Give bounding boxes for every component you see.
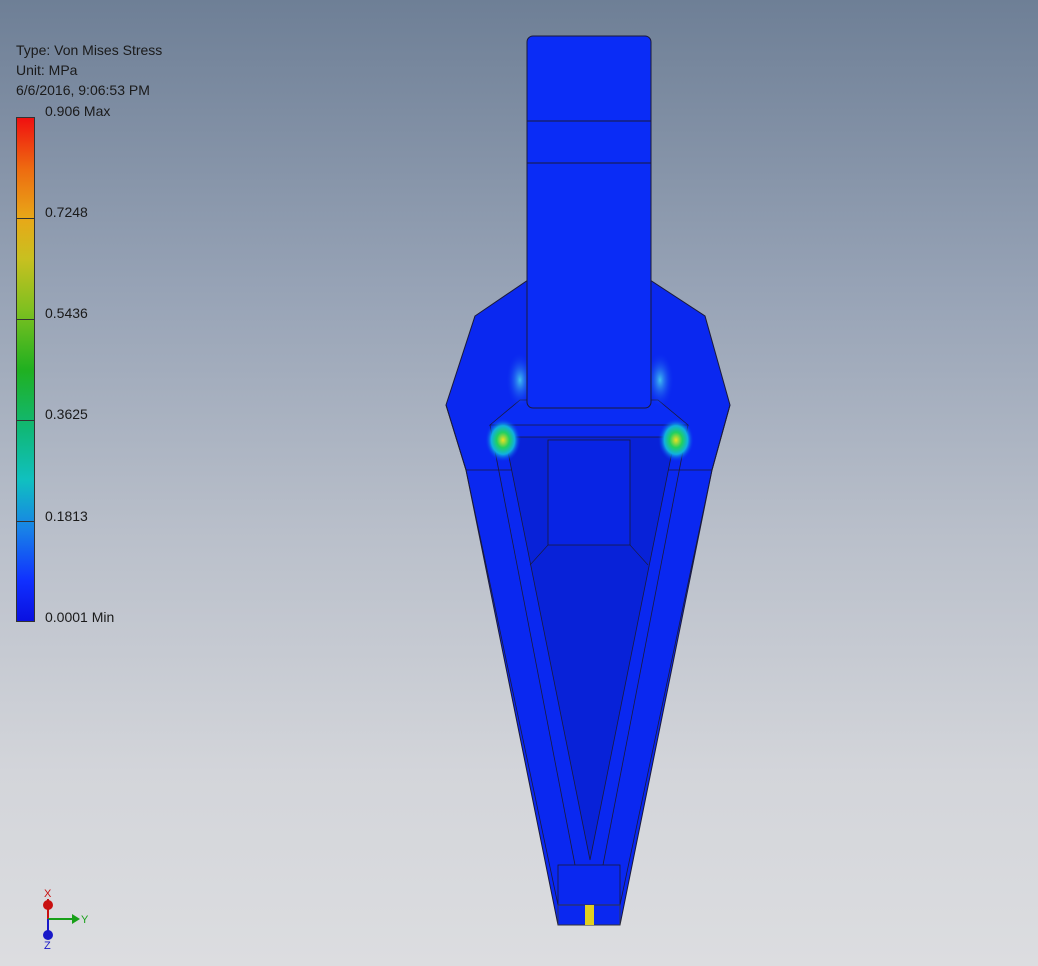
axis-triad: X Y Z xyxy=(43,888,89,952)
z-axis-label: Z xyxy=(44,940,51,952)
inlet-tube xyxy=(526,35,652,409)
x-axis-label: X xyxy=(44,888,52,900)
y-axis-label: Y xyxy=(81,914,89,926)
model-viewport[interactable] xyxy=(0,0,1038,966)
